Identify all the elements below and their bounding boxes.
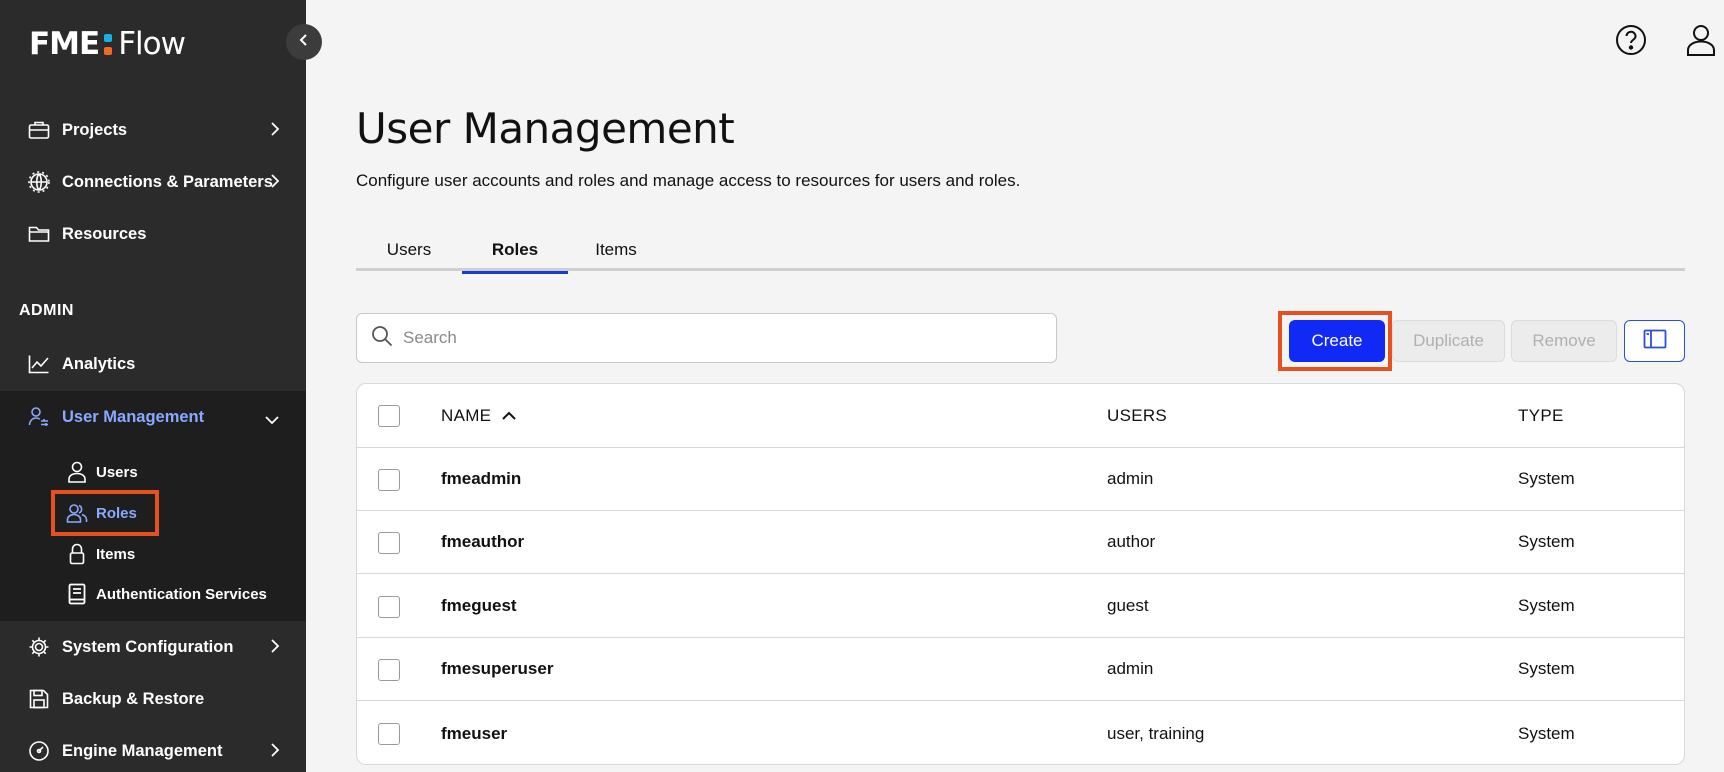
role-name-cell: fmeuser — [441, 723, 508, 743]
chevron-right-icon — [270, 173, 280, 194]
chevron-left-icon — [299, 33, 309, 52]
columns-icon — [1643, 329, 1667, 354]
tab-roles[interactable]: Roles — [462, 228, 568, 274]
role-type-cell: System — [1518, 469, 1575, 488]
sidebar-subitem-label: Roles — [96, 504, 137, 522]
role-name-cell: fmesuperuser — [441, 659, 554, 678]
sidebar-item-projects[interactable]: Projects — [0, 104, 306, 156]
sidebar: FME Flow Projects Connections & Paramete… — [0, 0, 306, 772]
sidebar-subitem-authentication-services[interactable]: Authentication Services — [66, 577, 267, 611]
admin-section-label: ADMIN — [19, 302, 74, 319]
chevron-right-icon — [270, 638, 280, 659]
sidebar-item-system-configuration[interactable]: System Configuration — [0, 621, 306, 673]
user-account-button[interactable] — [1683, 24, 1719, 60]
role-name-cell: fmeauthor — [441, 532, 525, 551]
gear-icon — [28, 636, 50, 658]
roles-table: NAME USERS TYPE fmeadmin admin System fm… — [356, 383, 1685, 765]
search-icon — [371, 325, 393, 352]
sidebar-item-label: User Management — [62, 407, 205, 426]
role-users-cell: admin — [1107, 659, 1154, 678]
column-settings-button[interactable] — [1624, 320, 1685, 362]
row-checkbox[interactable] — [378, 659, 400, 681]
chevron-right-icon — [270, 742, 280, 763]
chevron-right-icon — [270, 121, 280, 142]
sidebar-item-resources[interactable]: Resources — [0, 208, 306, 260]
select-all-checkbox[interactable] — [378, 405, 400, 427]
row-checkbox[interactable] — [378, 532, 400, 554]
user-icon — [66, 461, 88, 483]
table-row[interactable]: fmesuperuser admin System — [357, 638, 1684, 701]
table-header-row: NAME USERS TYPE — [357, 384, 1684, 448]
sidebar-subitem-label: Items — [96, 545, 136, 563]
collapse-sidebar-button[interactable] — [286, 24, 322, 60]
row-checkbox[interactable] — [378, 596, 400, 618]
user-management-icon — [28, 406, 50, 428]
create-button[interactable]: Create — [1289, 320, 1385, 362]
role-type-cell: System — [1518, 723, 1575, 743]
search-input[interactable] — [403, 328, 1023, 348]
page-description: Configure user accounts and roles and ma… — [356, 171, 1021, 190]
sidebar-subitem-label: Authentication Services — [96, 585, 267, 603]
save-disk-icon — [28, 688, 50, 710]
logo-text-flow: Flow — [118, 26, 186, 62]
sidebar-item-label: Backup & Restore — [62, 689, 205, 708]
logo-dots — [104, 33, 113, 55]
sidebar-item-engine-management[interactable]: Engine Management — [0, 725, 306, 772]
sidebar-subitem-roles[interactable]: Roles — [66, 496, 137, 530]
sidebar-item-label: Engine Management — [62, 741, 223, 760]
role-users-cell: author — [1107, 532, 1156, 551]
sort-ascending-icon[interactable] — [501, 411, 517, 421]
role-name-cell: fmeadmin — [441, 469, 522, 488]
chevron-down-icon — [264, 411, 280, 430]
fme-flow-logo[interactable]: FME Flow — [29, 26, 186, 62]
help-icon — [1615, 24, 1647, 61]
sidebar-item-backup-restore[interactable]: Backup & Restore — [0, 673, 306, 725]
table-row[interactable]: fmeadmin admin System — [357, 448, 1684, 511]
folder-icon — [28, 223, 50, 245]
sidebar-item-user-management[interactable]: User Management — [0, 391, 306, 443]
globe-gear-icon — [28, 171, 50, 193]
column-header-name[interactable]: NAME — [441, 384, 517, 447]
tab-items[interactable]: Items — [568, 228, 664, 271]
table-row[interactable]: fmeguest guest System — [357, 575, 1684, 638]
tab-users[interactable]: Users — [356, 228, 462, 271]
table-row[interactable]: fmeuser user, training System — [357, 702, 1684, 764]
role-type-cell: System — [1518, 532, 1575, 551]
sidebar-subitem-items[interactable]: Items — [66, 537, 135, 571]
role-users-cell: guest — [1107, 596, 1149, 615]
role-users-cell: admin — [1107, 469, 1154, 488]
sidebar-item-label: Projects — [62, 120, 128, 139]
users-group-icon — [66, 502, 88, 524]
search-box[interactable] — [356, 313, 1057, 363]
logo-text-fme: FME — [29, 26, 100, 62]
sidebar-subitem-label: Users — [96, 463, 138, 481]
sidebar-subitem-users[interactable]: Users — [66, 455, 138, 489]
column-header-type[interactable]: TYPE — [1518, 384, 1564, 447]
row-checkbox[interactable] — [378, 723, 400, 745]
line-chart-icon — [28, 353, 50, 375]
page-title: User Management — [356, 104, 735, 153]
gauge-icon — [28, 740, 50, 762]
sidebar-item-label: System Configuration — [62, 637, 234, 656]
column-header-users[interactable]: USERS — [1107, 384, 1167, 447]
lock-icon — [66, 543, 88, 565]
sidebar-item-label: Analytics — [62, 354, 136, 373]
briefcase-icon — [28, 119, 50, 141]
role-users-cell: user, training — [1107, 723, 1205, 743]
sidebar-item-connections-parameters[interactable]: Connections & Parameters — [0, 156, 306, 208]
user-account-icon — [1686, 24, 1716, 61]
role-type-cell: System — [1518, 596, 1575, 615]
duplicate-button[interactable]: Duplicate — [1392, 320, 1505, 362]
sidebar-item-analytics[interactable]: Analytics — [0, 338, 306, 390]
role-type-cell: System — [1518, 659, 1575, 678]
remove-button[interactable]: Remove — [1511, 320, 1617, 362]
sidebar-item-label: Resources — [62, 224, 147, 243]
row-checkbox[interactable] — [378, 469, 400, 491]
help-button[interactable] — [1613, 24, 1649, 60]
table-row[interactable]: fmeauthor author System — [357, 511, 1684, 574]
sidebar-item-label: Connections & Parameters — [62, 172, 273, 191]
tab-bar: Users Roles Items — [356, 228, 1685, 274]
book-icon — [66, 583, 88, 605]
role-name-cell: fmeguest — [441, 596, 517, 615]
